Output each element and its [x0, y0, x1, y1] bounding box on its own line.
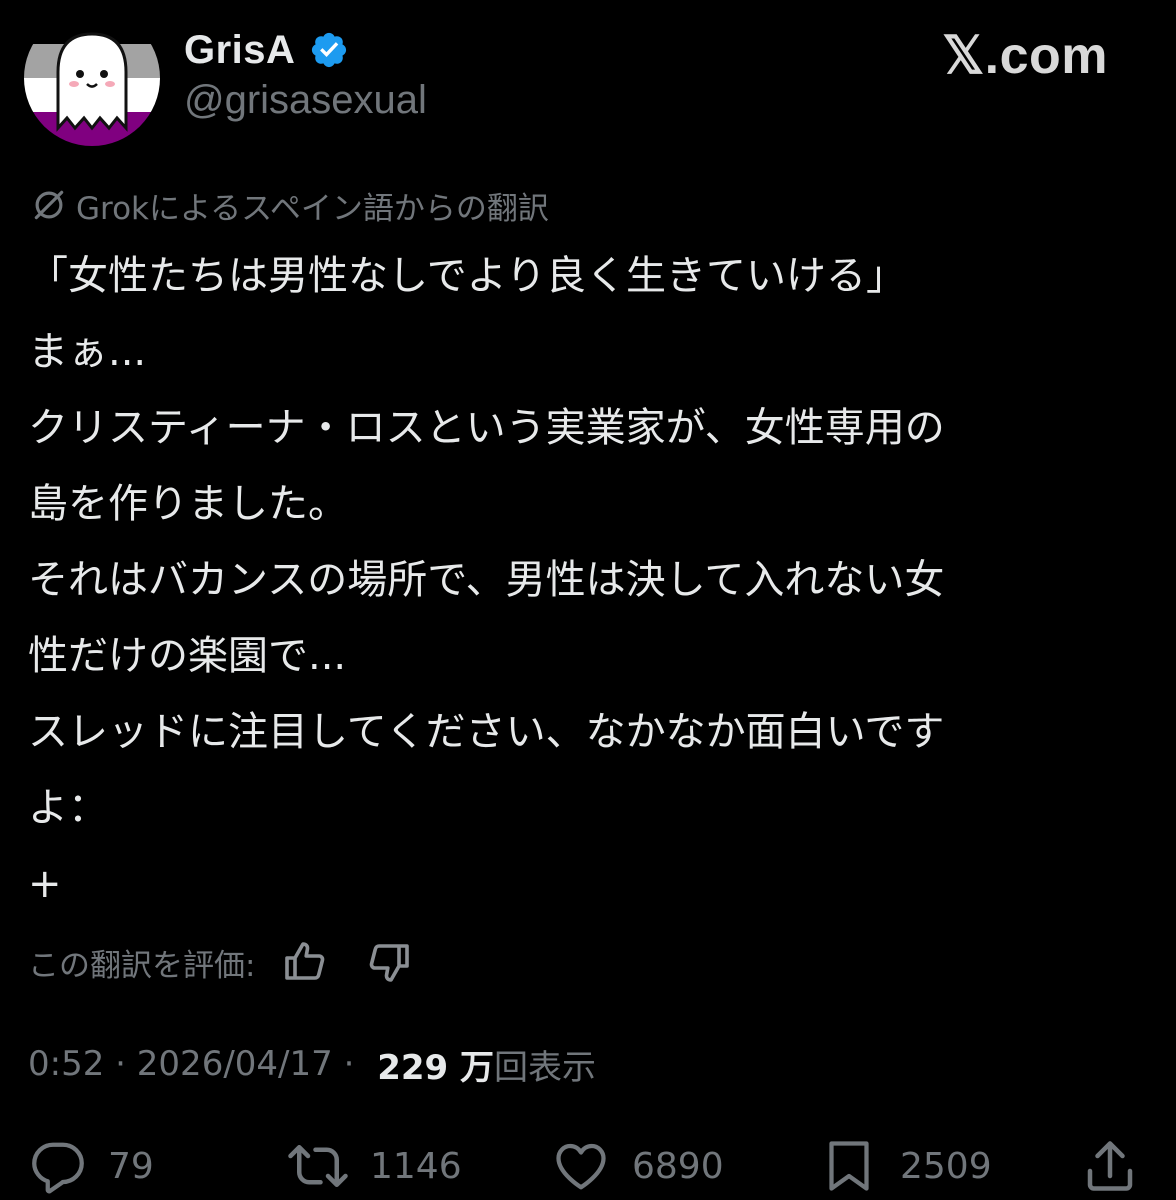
rate-translation-label: この翻訳を評価: [28, 947, 256, 984]
tweet-meta: 0:52 · 2026/04/17 · 229 万 回表示 [28, 1036, 596, 1092]
share-icon [1087, 1141, 1133, 1191]
reply-count: 79 [108, 1145, 154, 1187]
ghost-avatar-icon [24, 10, 160, 146]
tweet-line: スレッドに注目してください、なかなか面白いです [28, 709, 945, 755]
bookmark-icon [829, 1141, 869, 1191]
author-name-row[interactable]: GrisA [184, 22, 349, 78]
author-display-name[interactable]: GrisA [184, 28, 295, 73]
action-bar: 79 1146 6890 2509 [0, 1136, 1176, 1196]
repost-count: 1146 [370, 1145, 462, 1187]
tweet-text: 「女性たちは男性なしでより良く生きていける」 まぁ... クリスティーナ・ロスと… [28, 238, 1138, 922]
rate-translation-row: この翻訳を評価: [28, 934, 449, 990]
reply-button[interactable]: 79 [28, 1136, 154, 1196]
reply-icon [32, 1142, 84, 1194]
thumbs-down-icon[interactable] [365, 938, 413, 986]
tweet-line: クリスティーナ・ロスという実業家が、女性専用の [28, 405, 945, 451]
tweet-line: まぁ... [28, 329, 147, 375]
thumbs-up-icon[interactable] [281, 938, 329, 986]
tweet-line: + [28, 861, 62, 907]
repost-icon [288, 1145, 348, 1187]
share-button[interactable] [1080, 1136, 1140, 1196]
verified-badge-icon [312, 32, 347, 68]
tweet-line: 「女性たちは男性なしでより良く生きていける」 [28, 253, 906, 299]
like-button[interactable]: 6890 [550, 1136, 724, 1196]
like-count: 6890 [632, 1145, 724, 1187]
tweet-line: 性だけの楽園で... [28, 633, 347, 679]
meta-separator: · [104, 1044, 137, 1084]
tweet-line: よ： [28, 785, 108, 831]
bookmark-count: 2509 [900, 1145, 992, 1187]
author-handle[interactable]: @grisasexual [184, 78, 427, 123]
grok-icon [34, 190, 64, 220]
repost-button[interactable]: 1146 [286, 1136, 462, 1196]
tweet-date[interactable]: 2026/04/17 [137, 1044, 333, 1084]
x-logo: 𝕏.com [942, 27, 1108, 85]
bookmark-button[interactable]: 2509 [818, 1136, 992, 1196]
avatar[interactable] [24, 10, 160, 146]
meta-separator: · [332, 1044, 366, 1084]
tweet-line: それはバカンスの場所で、男性は決して入れない女 [28, 557, 945, 603]
translation-label: Grokによるスペイン語からの翻訳 [30, 182, 549, 228]
tweet-time[interactable]: 0:52 [28, 1044, 104, 1084]
heart-icon [556, 1143, 606, 1190]
views-label: 回表示 [494, 1047, 597, 1088]
translation-label-text: Grokによるスペイン語からの翻訳 [76, 190, 549, 227]
tweet-line: 島を作りました。 [28, 481, 348, 527]
views-count[interactable]: 229 万 [377, 1040, 494, 1089]
